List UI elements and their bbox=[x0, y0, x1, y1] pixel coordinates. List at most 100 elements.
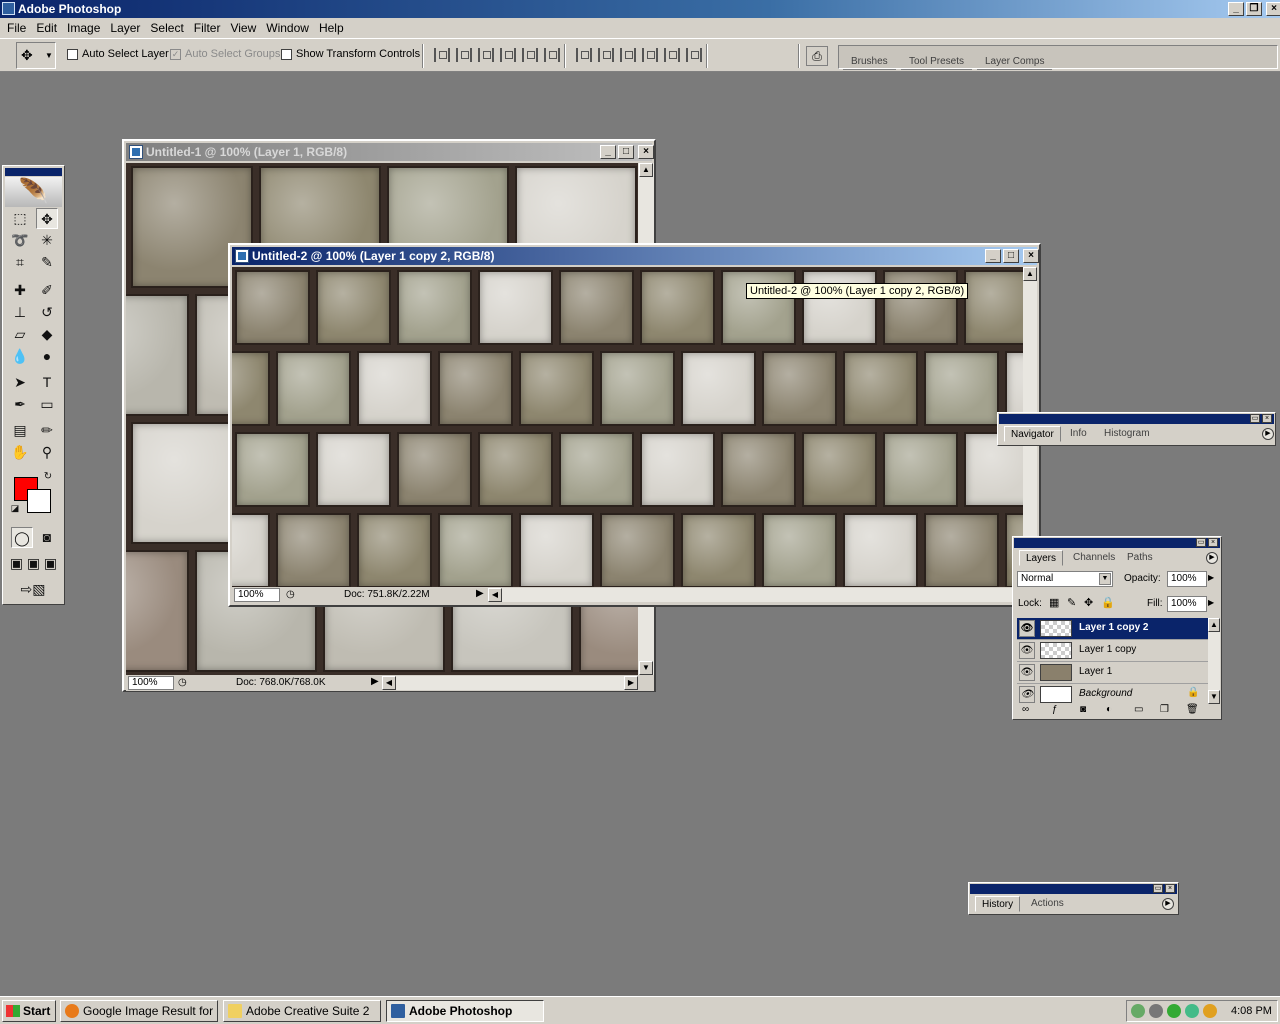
status-arrow-icon[interactable]: ▶ bbox=[476, 588, 484, 599]
document-titlebar[interactable]: Untitled-2 @ 100% (Layer 1 copy 2, RGB/8… bbox=[232, 247, 1039, 265]
hand-tool-icon[interactable]: ✋ bbox=[9, 442, 31, 463]
tray-volume-icon[interactable] bbox=[1149, 1004, 1163, 1018]
standard-mode-icon[interactable]: ◯ bbox=[11, 527, 33, 548]
menu-filter[interactable]: Filter bbox=[189, 21, 226, 35]
lock-all-icon[interactable]: 🔒 bbox=[1101, 596, 1115, 609]
scroll-left-icon[interactable]: ◀ bbox=[488, 588, 502, 602]
layer-style-icon[interactable]: ƒ bbox=[1052, 704, 1058, 715]
eraser-tool-icon[interactable]: ▱ bbox=[9, 324, 31, 345]
crop-tool-icon[interactable]: ⌗ bbox=[9, 252, 31, 273]
opacity-field[interactable]: 100% bbox=[1167, 571, 1207, 587]
auto-select-layer-checkbox[interactable]: Auto Select Layer bbox=[67, 48, 169, 60]
distribute-hcenter-icon[interactable] bbox=[664, 48, 680, 62]
horizontal-scrollbar[interactable]: ◀ bbox=[488, 588, 1018, 602]
close-button[interactable]: × bbox=[638, 145, 654, 159]
zoom-field[interactable]: 100% bbox=[128, 676, 174, 690]
eye-icon[interactable]: 👁 bbox=[1019, 620, 1035, 637]
scroll-left-icon[interactable]: ◀ bbox=[382, 676, 396, 690]
close-button[interactable]: × bbox=[1023, 249, 1039, 263]
notes-tool-icon[interactable]: ▤ bbox=[9, 420, 31, 441]
align-vcenter-icon[interactable] bbox=[456, 48, 472, 62]
lock-position-icon[interactable]: ✥ bbox=[1084, 596, 1093, 609]
palette-close-button[interactable]: × bbox=[1262, 414, 1272, 423]
new-group-icon[interactable]: ▭ bbox=[1134, 704, 1143, 715]
eye-icon[interactable]: 👁 bbox=[1019, 664, 1035, 681]
eye-icon[interactable]: 👁 bbox=[1019, 642, 1035, 659]
palette-minimize-button[interactable]: ▭ bbox=[1250, 414, 1260, 423]
paint-bucket-tool-icon[interactable]: ◆ bbox=[36, 324, 58, 345]
magic-wand-tool-icon[interactable]: ✳ bbox=[36, 230, 58, 251]
scroll-down-icon[interactable]: ▼ bbox=[1208, 690, 1220, 704]
jump-to-imageready-icon[interactable]: ⇨▧ bbox=[11, 579, 55, 600]
scroll-up-icon[interactable]: ▲ bbox=[639, 163, 653, 177]
palette-titlebar[interactable] bbox=[999, 414, 1274, 424]
zoom-tool-icon[interactable]: ⚲ bbox=[36, 442, 58, 463]
lock-pixels-icon[interactable]: ✎ bbox=[1067, 596, 1076, 609]
palette-menu-icon[interactable]: ▶ bbox=[1206, 552, 1218, 564]
trash-icon[interactable]: 🗑 bbox=[1186, 704, 1199, 715]
minimize-button[interactable]: _ bbox=[985, 249, 1001, 263]
scroll-right-icon[interactable]: ▶ bbox=[624, 676, 638, 690]
screen-mode-full-menu-icon[interactable]: ▣ bbox=[25, 553, 42, 574]
blur-tool-icon[interactable]: 💧 bbox=[9, 346, 31, 367]
tab-channels[interactable]: Channels bbox=[1067, 550, 1121, 566]
opacity-arrow-icon[interactable]: ▶ bbox=[1208, 573, 1214, 582]
brush-tool-icon[interactable]: ✐ bbox=[36, 280, 58, 301]
layer-row[interactable]: 👁 Layer 1 bbox=[1017, 662, 1209, 684]
align-hcenter-icon[interactable] bbox=[522, 48, 538, 62]
fill-arrow-icon[interactable]: ▶ bbox=[1208, 598, 1214, 607]
tab-paths[interactable]: Paths bbox=[1121, 550, 1159, 566]
layer-row[interactable]: 👁 Layer 1 copy 2 bbox=[1017, 618, 1209, 640]
document-canvas[interactable] bbox=[232, 267, 1023, 587]
palette-minimize-button[interactable]: ▭ bbox=[1153, 884, 1163, 893]
layer-mask-icon[interactable]: ◙ bbox=[1080, 704, 1086, 715]
show-transform-controls-checkbox[interactable]: Show Transform Controls bbox=[281, 48, 420, 60]
default-colors-icon[interactable]: ◪ bbox=[9, 502, 21, 514]
path-selection-tool-icon[interactable]: ➤ bbox=[9, 372, 31, 393]
menu-file[interactable]: File bbox=[2, 21, 31, 35]
well-tab-tool-presets[interactable]: Tool Presets bbox=[901, 54, 973, 70]
palette-minimize-button[interactable]: ▭ bbox=[1196, 538, 1206, 547]
status-arrow-icon[interactable]: ▶ bbox=[371, 676, 379, 687]
move-tool-icon[interactable]: ✥ bbox=[36, 208, 58, 229]
status-menu-icon[interactable]: ◷ bbox=[178, 677, 187, 688]
start-button[interactable]: Start bbox=[2, 1000, 56, 1022]
adjustment-layer-icon[interactable]: ◐ bbox=[1106, 704, 1112, 715]
tab-histogram[interactable]: Histogram bbox=[1098, 426, 1156, 442]
swap-colors-icon[interactable]: ↻ bbox=[41, 470, 55, 484]
zoom-field[interactable]: 100% bbox=[234, 588, 280, 602]
history-brush-tool-icon[interactable]: ↺ bbox=[36, 302, 58, 323]
slice-tool-icon[interactable]: ✎ bbox=[36, 252, 58, 273]
tray-alert-icon[interactable] bbox=[1203, 1004, 1217, 1018]
menu-layer[interactable]: Layer bbox=[105, 21, 145, 35]
eyedropper-tool-icon[interactable]: ✏ bbox=[36, 420, 58, 441]
marquee-tool-icon[interactable]: ⬚ bbox=[9, 208, 31, 229]
feather-logo-icon[interactable]: 🪶 bbox=[5, 177, 62, 207]
tray-antivirus-icon[interactable] bbox=[1167, 1004, 1181, 1018]
link-layers-icon[interactable]: ∞ bbox=[1022, 704, 1029, 715]
minimize-button[interactable]: _ bbox=[1228, 2, 1244, 16]
align-left-icon[interactable] bbox=[500, 48, 516, 62]
distribute-left-icon[interactable] bbox=[642, 48, 658, 62]
palette-titlebar[interactable] bbox=[1014, 538, 1220, 548]
layer-row[interactable]: 👁 Layer 1 copy bbox=[1017, 640, 1209, 662]
stamp-tool-icon[interactable]: ⊥ bbox=[9, 302, 31, 323]
eye-icon[interactable]: 👁 bbox=[1019, 686, 1035, 703]
dodge-tool-icon[interactable]: ● bbox=[36, 346, 58, 367]
tool-preset-picker[interactable]: ✥ ▼ bbox=[16, 42, 56, 69]
type-tool-icon[interactable]: T bbox=[36, 372, 58, 393]
maximize-button[interactable]: □ bbox=[618, 145, 634, 159]
quick-mask-mode-icon[interactable]: ◙ bbox=[36, 527, 58, 548]
align-top-icon[interactable] bbox=[434, 48, 450, 62]
toolbox-titlebar[interactable] bbox=[5, 168, 62, 176]
pen-tool-icon[interactable]: ✒ bbox=[9, 394, 31, 415]
well-tab-brushes[interactable]: Brushes bbox=[843, 54, 896, 70]
close-button[interactable]: × bbox=[1266, 2, 1280, 16]
menu-help[interactable]: Help bbox=[314, 21, 349, 35]
palette-titlebar[interactable] bbox=[970, 884, 1177, 894]
tab-info[interactable]: Info bbox=[1064, 426, 1093, 442]
taskbar-item-photoshop[interactable]: Adobe Photoshop bbox=[386, 1000, 544, 1022]
tab-navigator[interactable]: Navigator bbox=[1004, 426, 1061, 442]
distribute-right-icon[interactable] bbox=[686, 48, 702, 62]
screen-mode-standard-icon[interactable]: ▣ bbox=[8, 553, 25, 574]
